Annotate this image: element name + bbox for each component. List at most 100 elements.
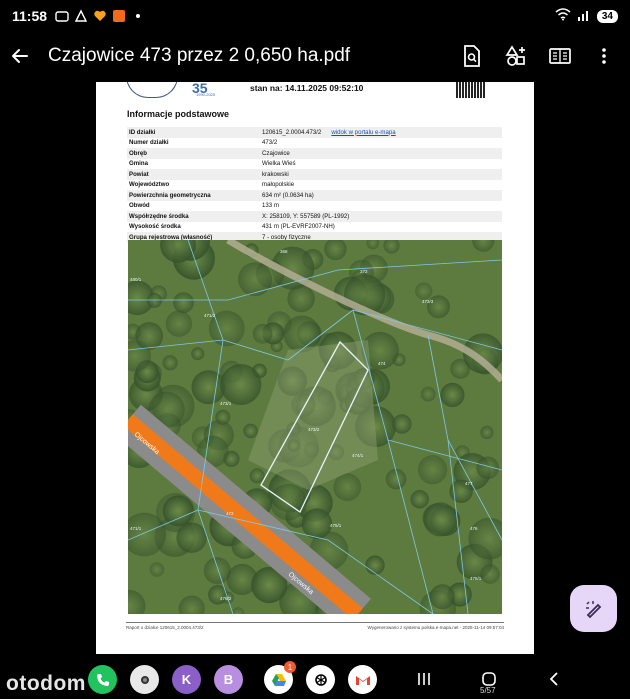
geosystems-logo — [126, 82, 178, 98]
camera-app-icon[interactable] — [130, 665, 159, 694]
tree-canopy — [220, 364, 262, 405]
parcel-number-label: 471/1 — [130, 526, 142, 531]
b-app-icon[interactable]: B — [214, 665, 243, 694]
info-value-text: 133 m — [262, 202, 279, 210]
annotate-fab[interactable] — [570, 585, 617, 632]
chevron-left-icon — [549, 672, 558, 686]
info-value-text: krakowski — [262, 170, 289, 178]
info-row: Powiat krakowski — [127, 169, 502, 180]
toolbar: Czajowice 473 przez 2 0,650 ha.pdf — [0, 32, 630, 80]
parcel-number-label: 477 — [465, 481, 473, 486]
info-value: Czajowice — [260, 148, 502, 159]
info-label: Współrzędne środka — [127, 211, 260, 222]
tree-canopy — [440, 382, 465, 407]
app-notification-icon — [74, 9, 88, 23]
info-value-text: Wielka Wieś — [262, 160, 296, 168]
info-label: Wysokość środka — [129, 223, 181, 231]
info-value-text: 473/2 — [262, 139, 278, 147]
tree-canopy — [420, 386, 436, 402]
tree-canopy — [162, 355, 178, 371]
home-icon — [482, 672, 496, 686]
back-button[interactable] — [0, 36, 40, 76]
info-value-text: małopolskie — [262, 181, 295, 189]
tree-canopy — [480, 564, 500, 584]
book-icon — [549, 48, 571, 64]
info-label: Powiat — [127, 169, 260, 180]
qr-code — [456, 82, 486, 98]
parcel-number-label: 475/1 — [330, 523, 342, 528]
tree-canopy — [149, 562, 165, 577]
info-row: Powierzchnia geometryczna 634 m² (0.0634 … — [127, 190, 502, 201]
info-row: Numer działki 473/2 — [127, 138, 502, 149]
tree-canopy — [392, 414, 412, 434]
add-shapes-button[interactable] — [496, 36, 536, 76]
tree-canopy — [287, 284, 315, 313]
tree-canopy — [365, 555, 385, 575]
tree-canopy — [301, 508, 333, 539]
info-label: Powierzchnia geometryczna — [127, 190, 260, 201]
document-search-icon — [464, 45, 480, 67]
parcel-number-label: 368 — [280, 249, 288, 254]
gmail-app-icon[interactable] — [348, 665, 377, 694]
parcel-map[interactable]: Ojcowska Ojcowska 473/2 471/2 473/1 473/3 47… — [128, 240, 502, 614]
search-document-button[interactable] — [452, 36, 492, 76]
heart-app-icon — [93, 9, 107, 23]
signal-icon — [577, 8, 591, 24]
info-row: Obręb Czajowice — [127, 148, 502, 159]
parcel-number-label: 473/3 — [422, 299, 434, 304]
info-row: ID działki 120615_2.0004.473/2 widok w por… — [127, 127, 502, 138]
parcel-number-label: 476/1 — [470, 576, 482, 581]
parcel-number-label: 372 — [360, 269, 368, 274]
info-value-text: 431 m (PL-EVRF2007-NH) — [262, 223, 335, 231]
pdf-page[interactable]: 35 1990-2025 stan na: 14.11.2025 09:52:1… — [96, 82, 534, 654]
info-value-text: 120615_2.0004.473/2 — [262, 128, 322, 136]
tree-canopy — [173, 292, 194, 313]
tree-canopy — [415, 282, 433, 300]
section-title: Informacje podstawowe — [127, 109, 230, 119]
tree-canopy — [176, 522, 207, 553]
report-header: 35 1990-2025 stan na: 14.11.2025 09:52:1… — [96, 82, 534, 102]
tree-canopy — [333, 473, 362, 502]
reading-mode-button[interactable] — [540, 36, 580, 76]
tree-canopy — [215, 409, 231, 425]
k-app-icon[interactable]: K — [172, 665, 201, 694]
emapa-portal-link[interactable]: widok w portalu e-mapa — [331, 129, 395, 136]
parcel-number-label: 474 — [378, 361, 386, 366]
more-options-button[interactable] — [584, 36, 624, 76]
info-value: 133 m — [260, 201, 502, 212]
parcel-number-label: 474/1 — [352, 453, 364, 458]
info-value: 120615_2.0004.473/2 widok w portalu e-map… — [260, 127, 502, 138]
status-bar: 11:58 34 — [0, 0, 630, 32]
info-label: Województwo — [129, 181, 170, 189]
nav-back-button[interactable] — [541, 668, 567, 690]
wifi-icon — [555, 8, 571, 24]
footer-generated: Wygenerowano z systemu polska.e-mapa.net… — [367, 625, 504, 630]
tree-canopy — [162, 495, 194, 527]
info-label: Numer działki — [129, 139, 169, 147]
tree-canopy — [249, 468, 265, 484]
parcel-number-label: 471/2 — [204, 313, 216, 318]
tree-canopy — [270, 483, 307, 521]
recent-apps-button[interactable] — [411, 668, 437, 690]
otodom-watermark: otodom — [6, 672, 86, 695]
pen-sparkle-icon — [585, 600, 601, 618]
shapes-add-icon — [505, 45, 525, 66]
info-value-text: 634 m² (0.0634 ha) — [262, 191, 314, 199]
info-label: Gmina — [129, 160, 148, 168]
info-value: X: 258109, Y: 557589 (PL-1992) — [260, 211, 502, 222]
tree-canopy — [208, 585, 228, 605]
tree-canopy — [252, 323, 273, 344]
info-value: 634 m² (0.0634 ha) — [260, 190, 502, 201]
tree-canopy — [480, 425, 494, 439]
parcel-number-label: 476/2 — [220, 596, 232, 601]
chatgpt-app-icon[interactable] — [306, 665, 335, 694]
tree-canopy — [410, 490, 429, 509]
parcel-info-table: ID działki 120615_2.0004.473/2 widok w por… — [127, 127, 502, 243]
tree-canopy — [429, 584, 455, 610]
info-row: Województwo małopolskie — [127, 180, 502, 191]
info-value: 431 m (PL-EVRF2007-NH) — [260, 222, 502, 233]
report-footer: Raport o działce 120615_2.0004.473/2 Wyg… — [126, 622, 504, 630]
phone-app-icon[interactable] — [88, 665, 117, 694]
tree-canopy — [423, 502, 458, 537]
info-label: Obwód — [129, 202, 150, 210]
